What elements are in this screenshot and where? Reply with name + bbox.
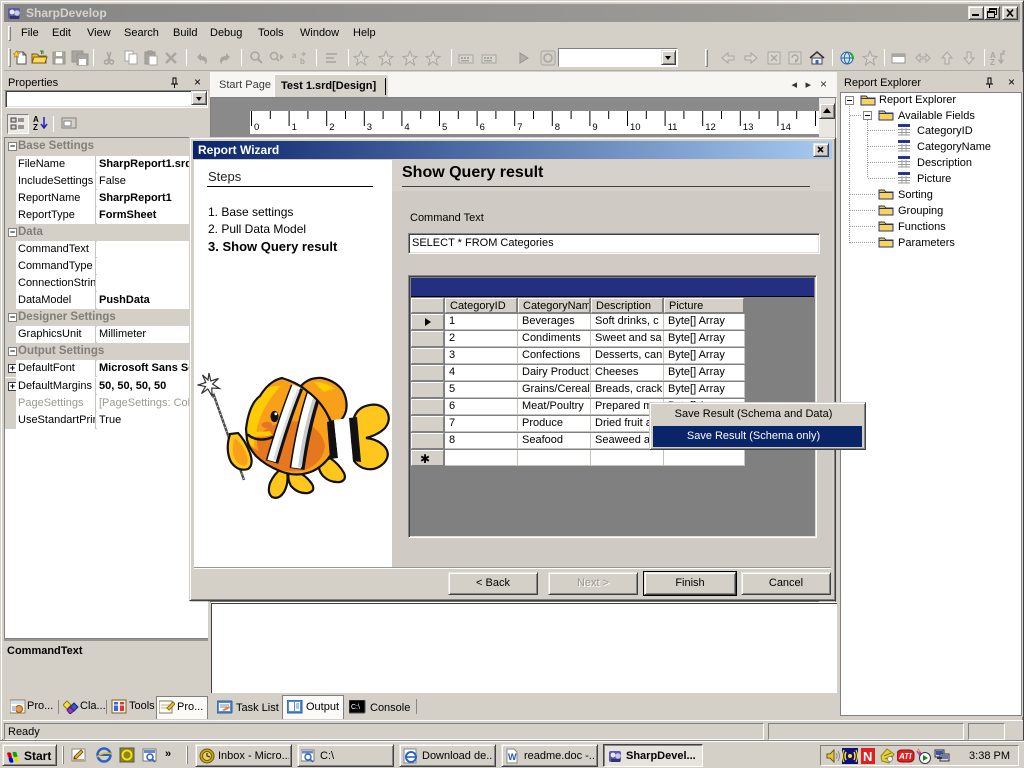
svg-text:a: a [292,51,297,60]
svg-text:11: 11 [668,122,678,133]
svg-text:2: 2 [329,122,334,133]
svg-text:✱: ✱ [420,452,430,465]
svg-text:7: 7 [517,122,522,133]
svg-text:1: 1 [292,122,297,133]
svg-text:5: 5 [442,122,447,133]
svg-text:b: b [300,57,305,66]
svg-text:W: W [508,752,517,762]
svg-text:9: 9 [592,122,597,133]
svg-text:12: 12 [705,122,716,133]
svg-text:3: 3 [367,122,372,133]
svg-text:6: 6 [480,122,485,133]
svg-text:13: 13 [743,122,754,133]
svg-text:10: 10 [630,122,641,133]
svg-text:Z: Z [33,123,38,132]
svg-text:0: 0 [254,122,259,133]
svg-text:ATI: ATI [898,752,912,761]
svg-text:Z: Z [990,58,995,66]
svg-text:C:\: C:\ [351,704,360,711]
svg-text:14: 14 [780,122,791,133]
svg-text:4: 4 [404,122,409,133]
svg-text:8: 8 [555,122,560,133]
svg-text:N: N [863,749,872,764]
